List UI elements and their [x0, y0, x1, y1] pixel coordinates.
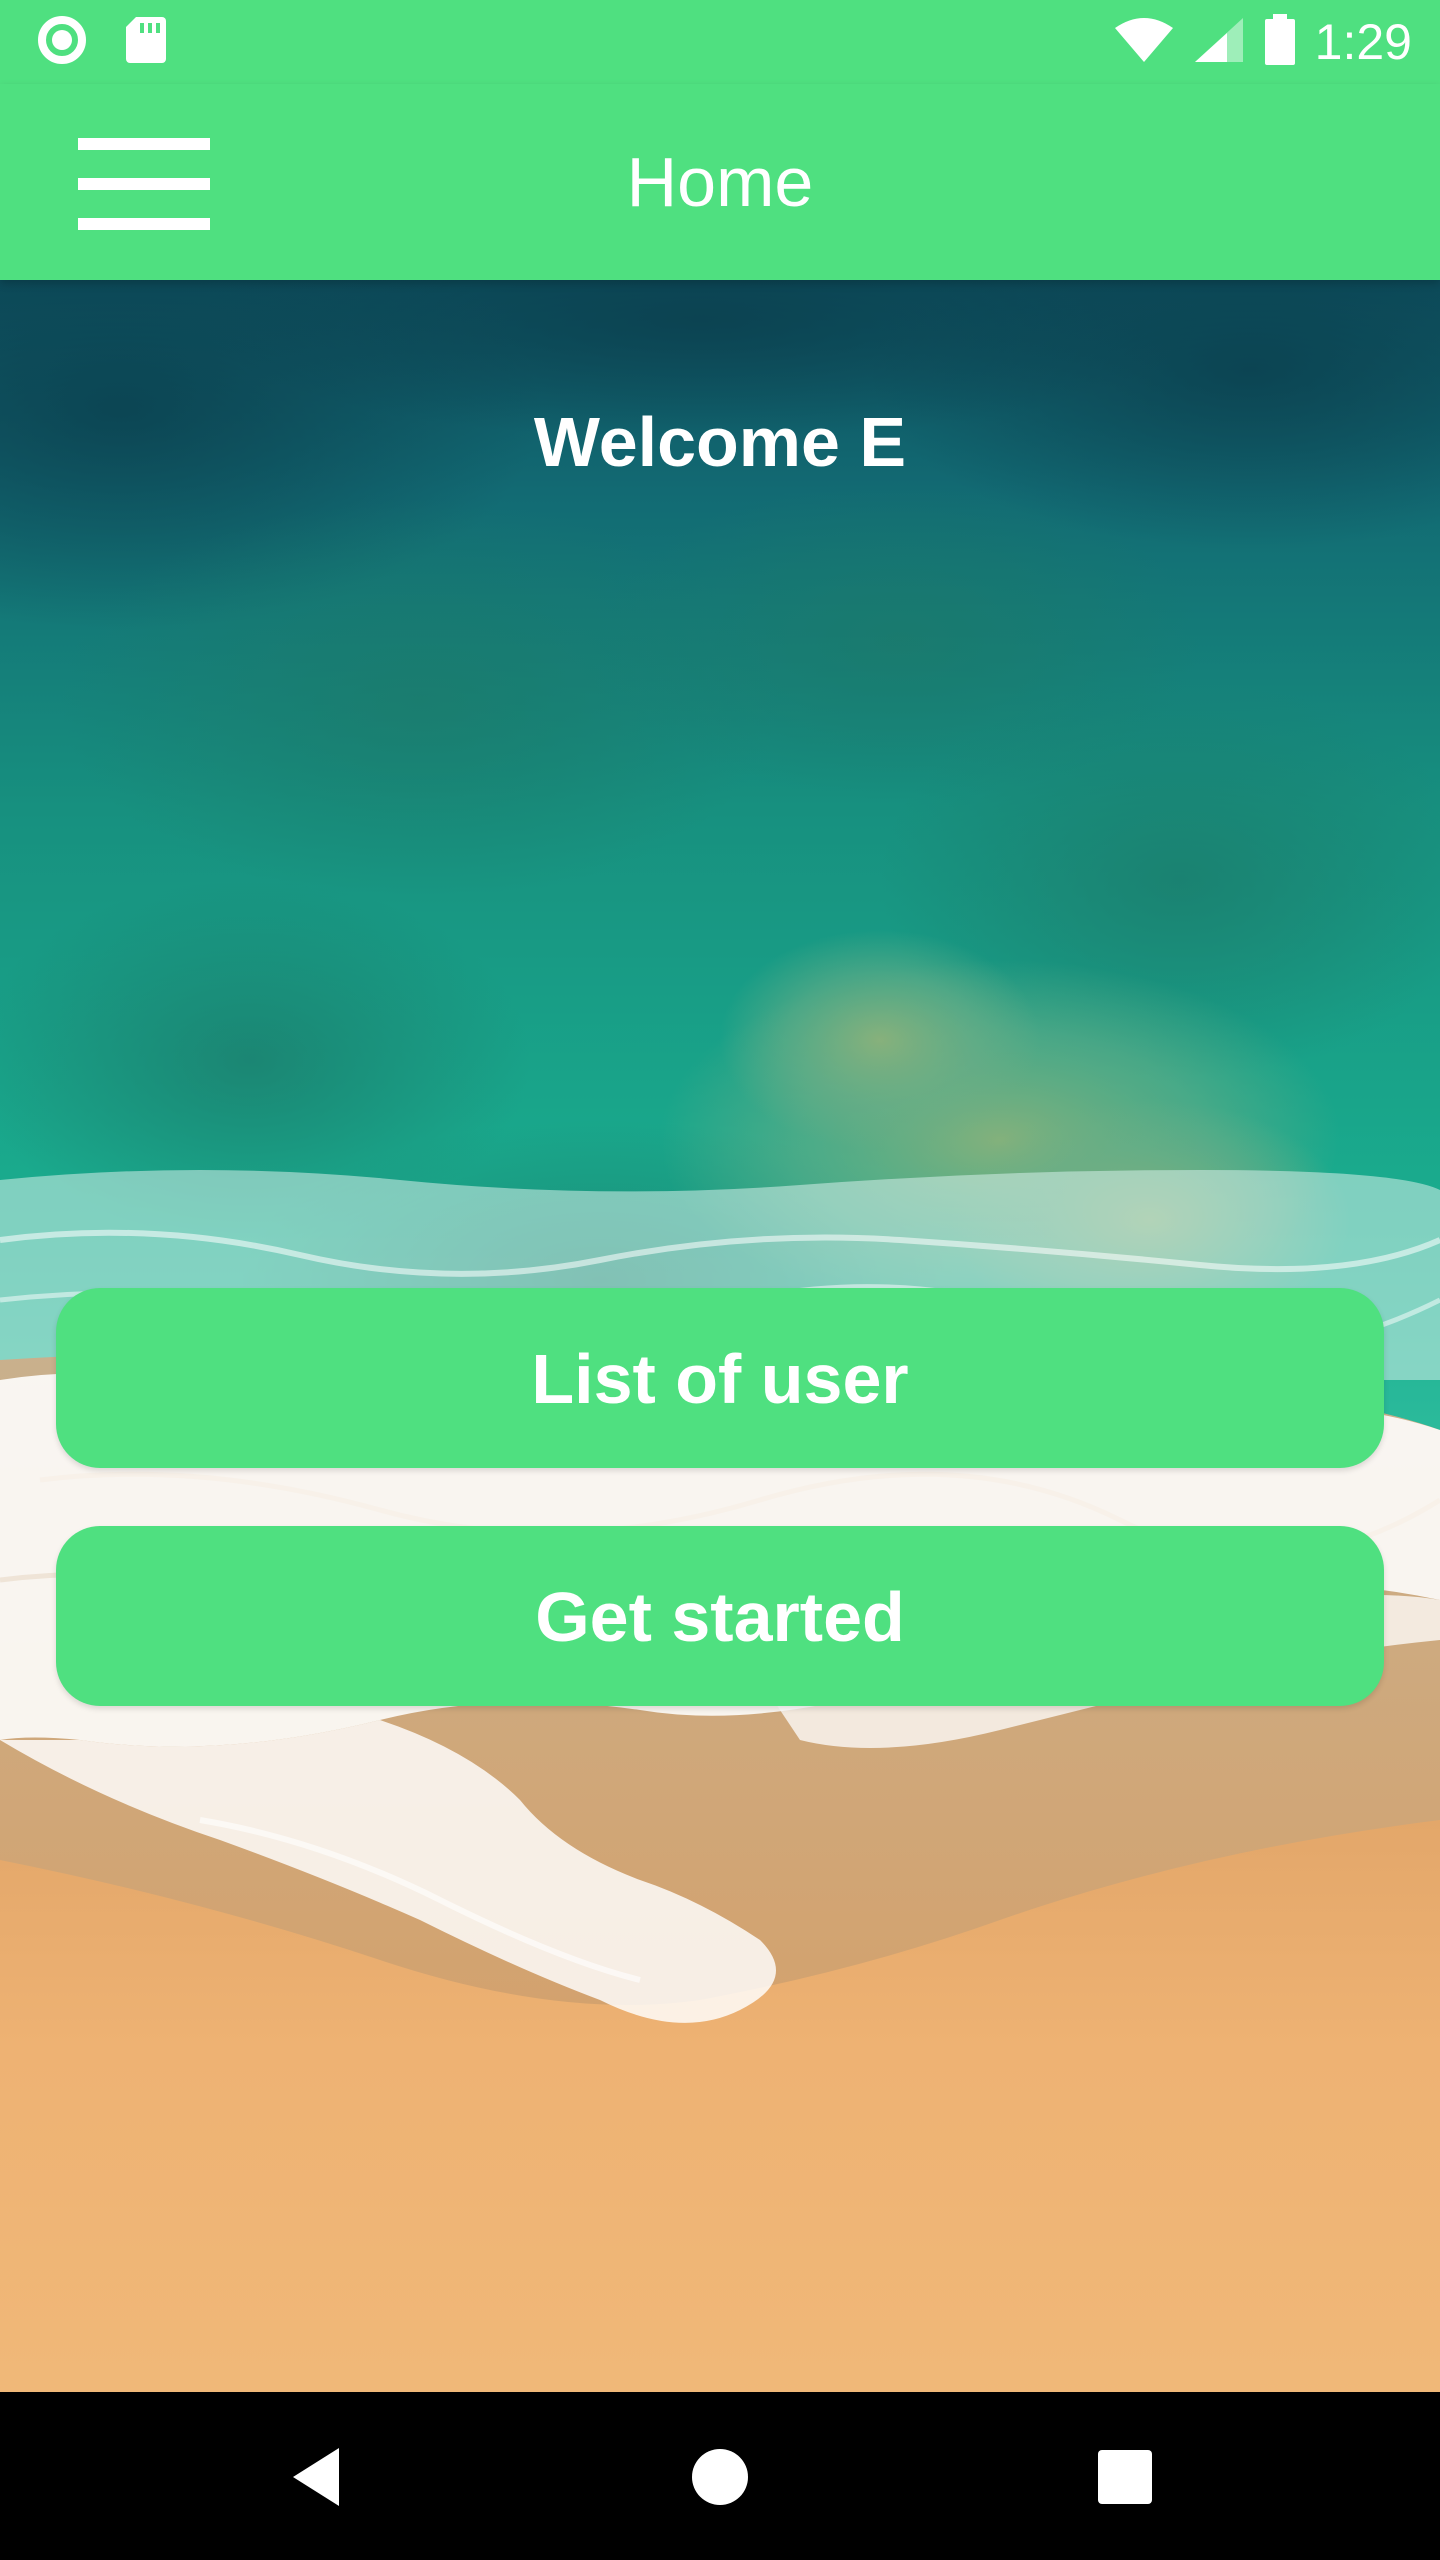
- menu-line: [78, 218, 210, 230]
- status-bar-right: 1:29: [1113, 12, 1412, 72]
- wifi-icon: [1113, 16, 1175, 69]
- recent-apps-icon[interactable]: [1080, 2432, 1170, 2522]
- back-icon[interactable]: [275, 2432, 365, 2522]
- home-icon[interactable]: [675, 2432, 765, 2522]
- sd-card-icon: [124, 15, 168, 70]
- list-of-user-button[interactable]: List of user: [56, 1288, 1384, 1468]
- battery-icon: [1263, 13, 1297, 71]
- hamburger-menu-icon[interactable]: [78, 138, 210, 230]
- status-bar-left: [36, 15, 168, 66]
- menu-line: [78, 138, 210, 150]
- circle-status-icon: [36, 14, 88, 71]
- menu-line: [78, 178, 210, 190]
- app-bar: Home: [0, 84, 1440, 280]
- system-nav-bar: [0, 2392, 1440, 2560]
- get-started-button[interactable]: Get started: [56, 1526, 1384, 1706]
- page-title: Home: [626, 143, 814, 221]
- app-screen: 1:29 Home Welcome E List of user Get sta…: [0, 0, 1440, 2560]
- status-bar: 1:29: [0, 0, 1440, 84]
- welcome-text: Welcome E: [533, 403, 907, 481]
- cell-signal-icon: [1193, 16, 1245, 69]
- status-clock: 1:29: [1314, 14, 1412, 70]
